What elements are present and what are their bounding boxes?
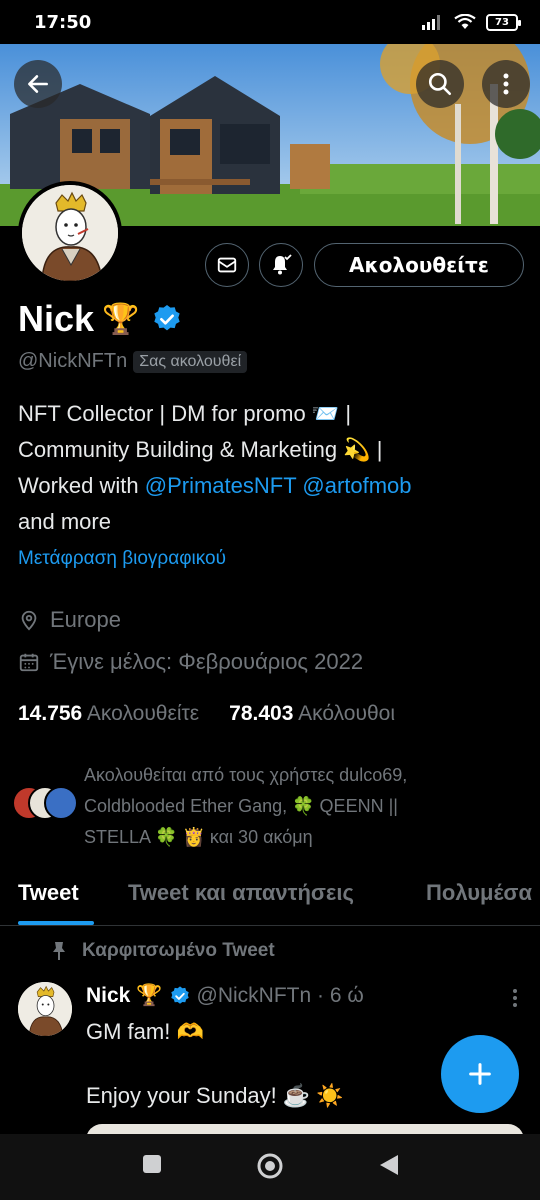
translate-bio-link[interactable]: Μετάφραση βιογραφικού [18,548,226,570]
followed-by-line-3: STELLA 🍀 👸 και 30 ακόμη [84,827,313,847]
tab-media[interactable]: Πολυμέσα [426,880,532,906]
battery-icon: 73 [486,13,521,31]
profile-tabs: Tweet Tweet και απαντήσεις Πολυμέσα [0,868,540,926]
more-vertical-icon [503,73,509,95]
status-icons: 73 [422,13,521,31]
pinned-tweet-label: Καρφιτσωμένο Tweet [50,940,275,962]
tab-tweets-and-replies[interactable]: Tweet και απαντήσεις [128,880,354,906]
active-tab-indicator [18,921,94,925]
wifi-icon [454,14,476,29]
followers-stat[interactable]: 78.403 Ακόλουθοι [229,702,395,726]
joined-text: Έγινε μέλος: Φεβρουάριος 2022 [50,649,364,674]
profile-avatar[interactable] [18,181,122,285]
calendar-icon [19,653,39,672]
profile-handle: @NickNFTn [18,350,128,372]
followed-by-line-2: Coldblooded Ether Gang, 🍀 QEENN || [84,796,398,816]
location-row: Europe [18,607,121,633]
follow-stats: 14.756 Ακολουθείτε 78.403 Ακόλουθοι [18,702,395,726]
location-text: Europe [50,607,121,632]
bio-line-4: and more [18,509,111,534]
tweet-avatar[interactable] [18,982,72,1036]
following-count: 14.756 [18,702,83,725]
mention-artofmob[interactable]: @artofmob [302,473,411,498]
tweet-trophy-emoji: 🏆 [136,984,163,1007]
tweet-text: GM fam! 🫶 Enjoy your Sunday! ☕ ☀️ [86,1019,344,1108]
signal-icon [422,15,440,30]
bio-line-2: Community Building & Marketing 💫 | [18,437,383,462]
arrow-left-icon [28,75,48,93]
following-stat[interactable]: 14.756 Ακολουθείτε [18,702,199,726]
mention-primatesnft[interactable]: @PrimatesNFT [145,473,297,498]
tweet-verified-icon [170,986,189,1004]
trophy-emoji: 🏆 [102,301,140,337]
bio-line-3: Worked with @PrimatesNFT @artofmob [18,468,523,504]
tweet-more-icon[interactable] [512,988,518,1008]
avatar-illustration [22,185,118,281]
followed-by-line-1: Ακολουθείται από τους χρήστες dulco69, [84,765,408,785]
handle-row: @NickNFTn Σας ακολουθεί [18,350,248,373]
status-bar: 17:50 73 [0,0,540,44]
profile-name-row: Nick 🏆 [18,298,183,340]
pin-icon [53,942,65,960]
bio-line-3-prefix: Worked with [18,473,145,498]
followers-count: 78.403 [229,702,294,725]
tweet-author-name[interactable]: Nick [86,984,130,1008]
location-pin-icon [21,610,37,631]
search-button[interactable] [416,60,464,108]
more-options-button[interactable] [482,60,530,108]
pinned-tweet-text: Καρφιτσωμένο Tweet [82,940,275,961]
followed-by-avatars [12,786,82,822]
verified-badge-icon[interactable] [151,303,183,335]
followers-label: Ακόλουθοι [298,702,395,725]
system-navigation-bar [0,1134,540,1200]
tweet-handle-time: @NickNFTn · 6 ώ [196,984,364,1007]
search-icon [428,72,452,96]
plus-icon [469,1063,491,1085]
message-button[interactable] [205,243,249,287]
compose-tweet-button[interactable] [441,1035,519,1113]
profile-bio: NFT Collector | DM for promo 📨 | Communi… [18,396,523,540]
notifications-button[interactable] [259,243,303,287]
followed-by-section[interactable]: Ακολουθείται από τους χρήστες dulco69, C… [12,760,532,856]
following-label: Ακολουθείτε [86,702,200,725]
bio-line-1: NFT Collector | DM for promo 📨 | [18,401,352,426]
back-button[interactable] [14,60,62,108]
battery-level: 73 [495,16,509,28]
bell-check-icon [273,254,292,275]
followed-by-text: Ακολουθείται από τους χρήστες dulco69, C… [84,760,524,853]
follows-you-badge: Σας ακολουθεί [133,350,248,373]
profile-display-name: Nick [18,298,95,339]
tab-tweets[interactable]: Tweet [18,880,79,906]
envelope-icon [217,257,237,273]
triangle-back-icon[interactable] [378,1153,400,1177]
follower-avatar-3 [44,786,78,820]
following-button[interactable]: Ακολουθείτε [314,243,524,287]
joined-row: Έγινε μέλος: Φεβρουάριος 2022 [18,649,363,675]
status-time: 17:50 [34,11,92,33]
square-recent-icon[interactable] [142,1154,162,1174]
tweet-header: Nick 🏆 @NickNFTn · 6 ώ [86,984,364,1008]
circle-home-icon[interactable] [256,1152,284,1180]
tweet-avatar-illustration [18,982,72,1036]
